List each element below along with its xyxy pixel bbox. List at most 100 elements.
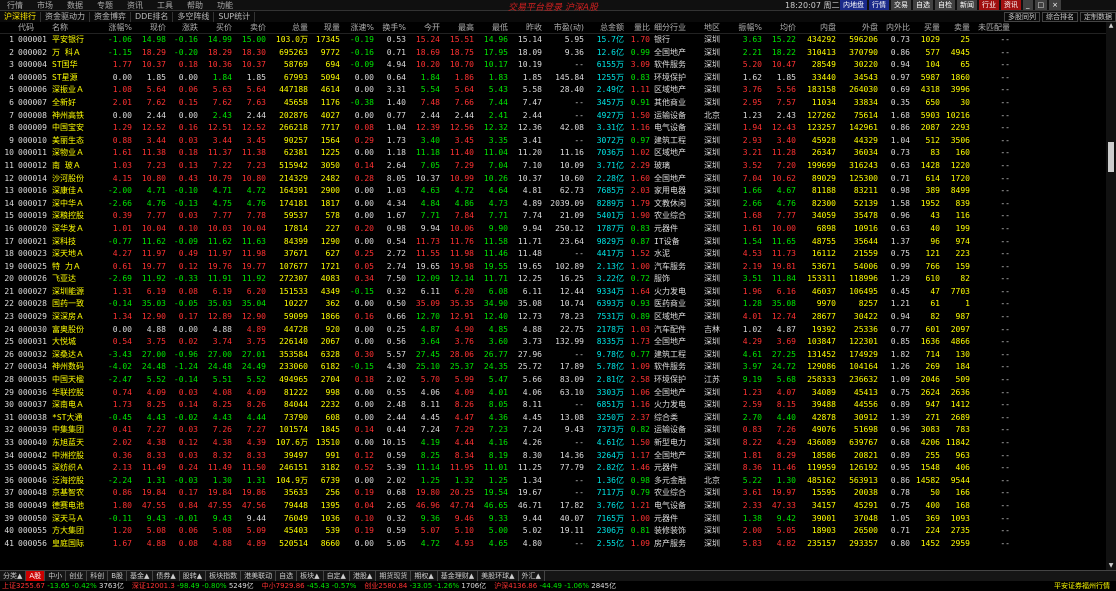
table-row[interactable]: 21 000027 深圳能源 1.31 6.19 0.08 6.19 6.20 151533 43…: [0, 286, 1106, 299]
right-tab[interactable]: 多股同列: [1004, 11, 1040, 22]
column-header[interactable]: 买量: [912, 22, 942, 33]
column-header[interactable]: 涨速%: [342, 22, 376, 33]
top-button[interactable]: □: [1034, 0, 1048, 10]
column-header[interactable]: 内外比: [880, 22, 912, 33]
column-header[interactable]: 外盘: [838, 22, 880, 33]
table-row[interactable]: 39 000050 深天马Ａ -0.11 9.43 -0.01 9.43 9.44 76049 1…: [0, 513, 1106, 526]
market-tab[interactable]: 自定▲: [324, 570, 350, 582]
column-header[interactable]: 代码: [16, 22, 50, 33]
top-button[interactable]: 自选: [913, 0, 933, 10]
menu-item[interactable]: 数据: [60, 0, 90, 11]
column-header[interactable]: 量比: [626, 22, 652, 33]
table-row[interactable]: 37 000048 京基智农 0.86 19.84 0.17 19.84 19.86 35633…: [0, 487, 1106, 500]
column-header[interactable]: 市盈(动): [544, 22, 586, 33]
menu-item[interactable]: 工具: [150, 0, 180, 11]
table-row[interactable]: 32 000039 中集集团 0.41 7.27 0.03 7.26 7.27 101574 18…: [0, 424, 1106, 437]
function-tab[interactable]: 沪深排行: [0, 11, 41, 22]
function-tab[interactable]: 资金博弈: [90, 11, 131, 22]
table-row[interactable]: 10 000011 深物业Ａ 1.61 11.38 0.18 11.37 11.38 62381…: [0, 147, 1106, 160]
table-row[interactable]: 15 000019 深粮控股 0.39 7.77 0.03 7.77 7.78 59537 578…: [0, 210, 1106, 223]
table-row[interactable]: 23 000029 深深房Ａ 1.34 12.90 0.17 12.89 12.90 59099…: [0, 311, 1106, 324]
column-header[interactable]: 卖量: [942, 22, 972, 33]
table-row[interactable]: 5 000006 深振业Ａ 1.08 5.64 0.06 5.63 5.64 447188 461…: [0, 84, 1106, 97]
column-header[interactable]: 现量: [310, 22, 342, 33]
table-row[interactable]: 6 000007 全新好 2.01 7.62 0.15 7.62 7.63 45658 1176-…: [0, 97, 1106, 110]
market-tab[interactable]: 创业: [66, 570, 88, 582]
column-header[interactable]: 振幅%: [728, 22, 764, 33]
table-row[interactable]: 35 000045 深纺织Ａ 2.13 11.49 0.24 11.49 11.50 24615…: [0, 462, 1106, 475]
column-header[interactable]: 内盘: [798, 22, 838, 33]
table-row[interactable]: 31 000038 *ST大通 -0.45 4.43 -0.02 4.43 4.44 73790…: [0, 412, 1106, 425]
menu-item[interactable]: 帮助: [180, 0, 210, 11]
function-tab[interactable]: DDE排名: [131, 11, 174, 22]
table-row[interactable]: 24 000030 富奥股份 0.00 4.88 0.00 4.88 4.89 44728 920…: [0, 324, 1106, 337]
column-header[interactable]: 今开: [408, 22, 442, 33]
column-header[interactable]: 涨幅%: [98, 22, 134, 33]
column-header[interactable]: 最低: [476, 22, 510, 33]
market-tab[interactable]: 板块▲: [297, 570, 324, 582]
market-tab[interactable]: 外汇▲: [519, 570, 545, 582]
column-header[interactable]: 总金额: [586, 22, 626, 33]
column-header[interactable]: 昨收: [510, 22, 544, 33]
table-row[interactable]: 13 000016 深康佳Ａ -2.00 4.71 -0.10 4.71 4.72 164391…: [0, 185, 1106, 198]
column-header[interactable]: 均价: [764, 22, 798, 33]
menu-item[interactable]: 行情: [0, 0, 30, 11]
table-row[interactable]: 26 000032 深桑达Ａ -3.43 27.00 -0.96 27.00 27.01 353…: [0, 349, 1106, 362]
column-header[interactable]: [0, 22, 16, 33]
table-row[interactable]: 34 000042 中洲控股 0.36 8.33 0.03 8.32 8.33 39497 991…: [0, 450, 1106, 463]
table-row[interactable]: 1 000001 平安银行 -1.06 14.98 -0.16 14.99 15.00 103.…: [0, 34, 1106, 47]
menu-item[interactable]: 专题: [90, 0, 120, 11]
table-row[interactable]: 41 000056 皇庭国际 1.67 4.88 0.08 4.88 4.89 520514 86…: [0, 538, 1106, 551]
function-tab[interactable]: 多空阵线: [173, 11, 215, 22]
table-row[interactable]: 19 000025 特 力Ａ 0.61 19.77 0.12 19.76 19.77 10767…: [0, 261, 1106, 274]
table-row[interactable]: 29 000036 华联控股 0.74 4.09 0.03 4.08 4.09 81222 998…: [0, 387, 1106, 400]
table-row[interactable]: 28 000035 中国天楹 -2.47 5.52 -0.14 5.51 5.52 494965…: [0, 374, 1106, 387]
right-tab[interactable]: 定制数据: [1080, 11, 1116, 22]
market-tab[interactable]: 美股环球▲: [478, 570, 519, 582]
table-row[interactable]: 9 000010 美丽生态 0.88 3.44 0.03 3.44 3.45 90257 1564…: [0, 135, 1106, 148]
top-button[interactable]: 行情: [869, 0, 889, 10]
market-tab[interactable]: 期权▲: [411, 570, 438, 582]
table-row[interactable]: 30 000037 深南电Ａ 1.73 8.25 0.14 8.25 8.26 84044 223…: [0, 399, 1106, 412]
top-button[interactable]: 自检: [935, 0, 955, 10]
scroll-up-icon[interactable]: ▲: [1106, 22, 1116, 30]
table-row[interactable]: 40 000055 方大集团 1.20 5.08 0.06 5.08 5.09 45403 539…: [0, 525, 1106, 538]
market-tab[interactable]: 港美联动: [241, 570, 277, 582]
market-tab[interactable]: 基金理财▲: [438, 570, 479, 582]
scroll-down-icon[interactable]: ▼: [1106, 562, 1116, 570]
menu-item[interactable]: 市场: [30, 0, 60, 11]
top-button[interactable]: 内地盘: [840, 0, 867, 10]
market-tab[interactable]: 中小: [45, 570, 67, 582]
table-row[interactable]: 14 000017 深中华Ａ -2.66 4.76 -0.13 4.75 4.76 174181…: [0, 198, 1106, 211]
table-row[interactable]: 25 000031 大悦城 0.54 3.75 0.02 3.74 3.75 226140 206…: [0, 336, 1106, 349]
column-header[interactable]: 名称: [50, 22, 98, 33]
top-button[interactable]: 行业: [979, 0, 999, 10]
top-button[interactable]: 资讯: [1001, 0, 1021, 10]
market-tab[interactable]: 基金▲: [127, 570, 154, 582]
table-row[interactable]: 12 000014 沙河股份 4.15 10.80 0.43 10.79 10.80 21432…: [0, 173, 1106, 186]
market-tab[interactable]: 股转▲: [180, 570, 207, 582]
menu-item[interactable]: 功能: [210, 0, 240, 11]
market-tab[interactable]: 板块指数: [206, 570, 242, 582]
column-header[interactable]: 地区: [702, 22, 728, 33]
market-tab[interactable]: A股: [26, 570, 46, 582]
top-button[interactable]: 新闻: [957, 0, 977, 10]
table-row[interactable]: 16 000020 深华发Ａ 1.01 10.04 0.10 10.03 10.04 17814…: [0, 223, 1106, 236]
column-header[interactable]: 总量: [268, 22, 310, 33]
top-button[interactable]: ×: [1049, 0, 1061, 10]
column-header[interactable]: 买价: [200, 22, 234, 33]
vertical-scrollbar[interactable]: ▲ ▼: [1106, 22, 1116, 570]
table-row[interactable]: 22 000028 国药一致 -0.14 35.03 -0.05 35.03 35.04 102…: [0, 298, 1106, 311]
table-row[interactable]: 3 000004 ST国华 1.77 10.37 0.18 10.36 10.37 58769 6…: [0, 59, 1106, 72]
column-header[interactable]: 最高: [442, 22, 476, 33]
table-row[interactable]: 36 000046 泛海控股 -2.24 1.31 -0.03 1.30 1.31 104.9万…: [0, 475, 1106, 488]
function-tab[interactable]: 资金驱动力: [41, 11, 90, 22]
table-row[interactable]: 27 000034 神州数码 -4.02 24.48 -1.24 24.48 24.49 233…: [0, 361, 1106, 374]
column-header[interactable]: 细分行业: [652, 22, 702, 33]
table-row[interactable]: 11 000012 南 玻Ａ 1.03 7.23 0.13 7.22 7.23 515942 30…: [0, 160, 1106, 173]
scroll-thumb[interactable]: [1108, 142, 1114, 172]
column-header[interactable]: 未匹配量: [972, 22, 1012, 33]
top-button[interactable]: _: [1023, 0, 1033, 10]
table-row[interactable]: 2 000002 万 科Ａ -1.15 18.29 -0.20 18.29 18.30 6952…: [0, 47, 1106, 60]
column-header[interactable]: 换手%: [376, 22, 408, 33]
